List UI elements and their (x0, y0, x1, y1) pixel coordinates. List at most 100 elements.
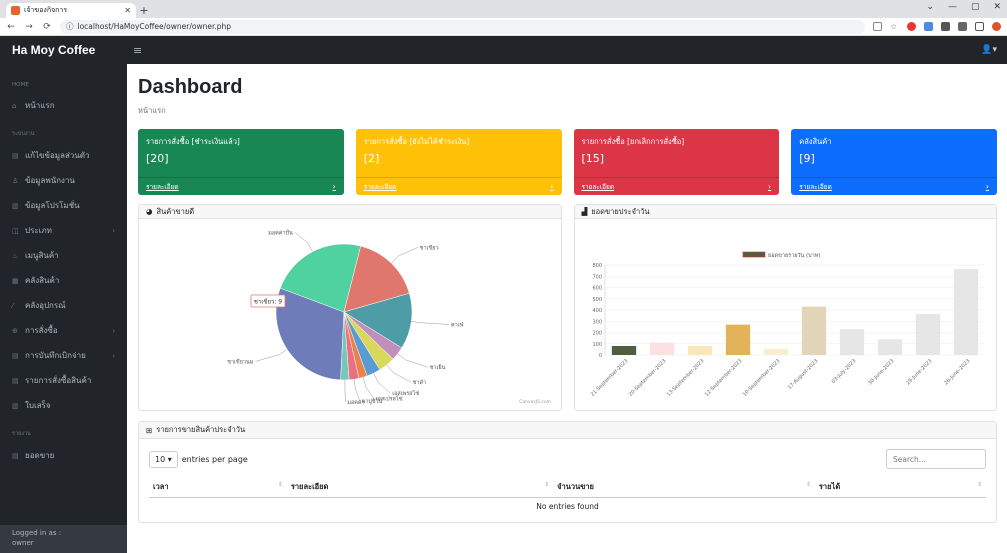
bar-chart[interactable]: ยอดขายรายวัน (บาท) 0 100 200 300 400 500 600 700… (575, 219, 993, 407)
column-header-quantity[interactable]: จำนวนขาย ⇕ (553, 477, 815, 498)
bar[interactable] (839, 329, 864, 355)
card-link-label[interactable]: รายละเอียด (582, 182, 615, 192)
sidebar: HOME ⌂ หน้าแรก ระบบงาน ▤ แก้ไขข้อมูลส่วนตั… (0, 64, 127, 553)
sidebar-item-profile[interactable]: ▤ แก้ไขข้อมูลส่วนตัว (0, 143, 127, 168)
search-input[interactable] (886, 449, 986, 469)
extension2-icon[interactable] (941, 22, 950, 31)
back-icon[interactable]: ← (6, 22, 16, 32)
sidebar-item-sales[interactable]: ▤ ยอดขาย (0, 443, 127, 468)
sidebar-item-orders[interactable]: ⊕ การสั่งซื้อ › (0, 318, 127, 343)
y-tick-label: 500 (592, 297, 602, 303)
share-icon[interactable] (873, 22, 882, 31)
column-header-details[interactable]: รายละเอียด ⇕ (286, 477, 554, 498)
browser-tab[interactable]: เจ้าของกิจการ ✕ (6, 3, 136, 18)
bar[interactable] (687, 346, 712, 355)
sidebar-item-categories[interactable]: ◫ ประเภท › (0, 218, 127, 243)
maximize-icon[interactable]: ▢ (971, 2, 980, 12)
entries-label: entries per page (181, 454, 248, 464)
bar[interactable] (763, 348, 788, 355)
empty-message: No entries found (536, 502, 599, 511)
card-stock: คลังสินค้า [9] รายละเอียด › (791, 129, 997, 195)
bar[interactable] (801, 306, 826, 355)
sidebar-item-home[interactable]: ⌂ หน้าแรก (0, 93, 127, 118)
card-details-link[interactable]: รายละเอียด › (573, 177, 780, 195)
pie-chart[interactable]: ชาเขียวนม มอคค่าปั่นชาเขียวคาเฟ่ชาเย็นชาด… (139, 219, 557, 407)
sidebar-item-label: ใบเสร็จ (25, 401, 51, 410)
x-tick-label: 13-September-2023 (665, 358, 705, 398)
card-details-link[interactable]: รายละเอียด › (138, 177, 344, 195)
bar-chart-icon: ▟ (581, 207, 588, 216)
sidepanel-icon[interactable] (975, 22, 984, 31)
panel-header: ⊞ รายการขายสินค้าประจำวัน (139, 422, 996, 439)
pie-label-line (255, 349, 288, 362)
page-size-value: 10 (155, 454, 166, 464)
sidebar-heading-system: ระบบงาน (12, 131, 35, 137)
pie-label: มอคค่าปั่น (268, 228, 293, 236)
page-size-select[interactable]: 10 ▾ (149, 450, 178, 468)
pie-tooltip-text: ชาเขียว: 9 (254, 298, 282, 306)
card-link-label[interactable]: รายละเอียด (364, 182, 397, 192)
sidebar-item-label: แก้ไขข้อมูลส่วนตัว (25, 151, 90, 160)
puzzle-icon[interactable] (958, 22, 967, 31)
tab-search-icon[interactable]: ⌄ (926, 2, 934, 12)
card-title: รายการสั่งซื้อ [ยังไม่ได้ชำระเงิน] (363, 137, 470, 146)
sidebar-item-menu[interactable]: ♨ เมนูสินค้า (0, 243, 127, 268)
y-tick-label: 800 (592, 263, 602, 269)
pie-label-line (373, 373, 391, 394)
star-icon[interactable]: ☆ (890, 22, 899, 31)
bar[interactable] (649, 342, 674, 355)
sidebar-item-stock[interactable]: ▦ คลังสินค้า (0, 268, 127, 293)
sidebar-item-employees[interactable]: ♙ ข้อมูลพนักงาน (0, 168, 127, 193)
bar[interactable] (915, 313, 940, 355)
bar[interactable] (725, 324, 750, 355)
opera-icon[interactable] (907, 22, 916, 31)
sidebar-item-disbursements[interactable]: ▤ การบันทึกเบิกจ่าย › (0, 343, 127, 368)
bar-chart-area: ยอดขายรายวัน (บาท) 0 100 200 300 400 500 600 700… (575, 219, 997, 410)
card-details-link[interactable]: รายละเอียด › (791, 177, 997, 195)
bar[interactable] (611, 346, 636, 355)
info-icon[interactable]: ⓘ (66, 21, 74, 32)
clipboard-icon: ▤ (12, 351, 19, 360)
tag-icon: ▥ (12, 201, 19, 210)
user-menu-icon[interactable]: 👤▾ (981, 45, 997, 55)
bar[interactable] (877, 339, 902, 355)
pie-label: มอคค่า (347, 400, 364, 406)
y-tick-label: 400 (592, 308, 602, 314)
address-bar: ← → ⟳ ⓘ localhost/HaMoyCoffee/owner/owne… (0, 18, 1007, 36)
sidebar-item-promotions[interactable]: ▥ ข้อมูลโปรโมชั่น (0, 193, 127, 218)
y-tick-label: 300 (592, 319, 602, 325)
sidebar-item-receipts[interactable]: ▥ ใบเสร็จ (0, 393, 127, 418)
close-window-icon[interactable]: ✕ (993, 2, 1001, 12)
extension-icon[interactable] (924, 22, 933, 31)
column-header-revenue[interactable]: รายได้ ⇕ (814, 477, 986, 498)
chevron-right-icon: › (332, 182, 336, 191)
close-tab-icon[interactable]: ✕ (124, 6, 131, 15)
card-cancelled-orders: รายการสั่งซื้อ [ยกเลิกการสั่งซื้อ] [15] ร… (573, 129, 780, 195)
card-link-label[interactable]: รายละเอียด (799, 182, 832, 192)
sort-icon: ⇕ (544, 481, 550, 488)
sidebar-item-purchase-list[interactable]: ▤ รายการสั่งซื้อสินค้า (0, 368, 127, 393)
sidebar-toggle-icon[interactable]: ≡ (127, 44, 142, 57)
card-details-link[interactable]: รายละเอียด › (355, 177, 562, 195)
pie-label: ชาดำ (413, 379, 426, 386)
y-tick-label: 700 (592, 274, 602, 280)
profile-icon[interactable] (992, 22, 1001, 31)
brand-logo[interactable]: Ha Moy Coffee (0, 43, 127, 57)
columns-icon: ◫ (12, 226, 19, 235)
url-field[interactable]: ⓘ localhost/HaMoyCoffee/owner/owner.php (60, 19, 865, 34)
new-tab-button[interactable]: + (136, 3, 152, 18)
forward-icon[interactable]: → (24, 22, 34, 32)
sidebar-item-equipment[interactable]: ⁄ คลังอุปกรณ์ (0, 293, 127, 318)
column-header-time[interactable]: เวลา ⇕ (149, 477, 287, 498)
pie-label: ชาเขียวนม (227, 358, 254, 365)
sidebar-footer: Logged in as : owner (0, 525, 127, 553)
minimize-icon[interactable]: — (948, 2, 957, 12)
favicon-icon (11, 6, 20, 15)
top-navbar: Ha Moy Coffee ≡ 👤▾ (0, 36, 1007, 64)
reload-icon[interactable]: ⟳ (42, 22, 52, 32)
sidebar-item-label: ข้อมูลโปรโมชั่น (25, 201, 80, 210)
chevron-right-icon: › (768, 182, 772, 191)
card-link-label[interactable]: รายละเอียด (146, 182, 179, 192)
column-label: เวลา (153, 482, 169, 491)
bar[interactable] (953, 268, 978, 355)
